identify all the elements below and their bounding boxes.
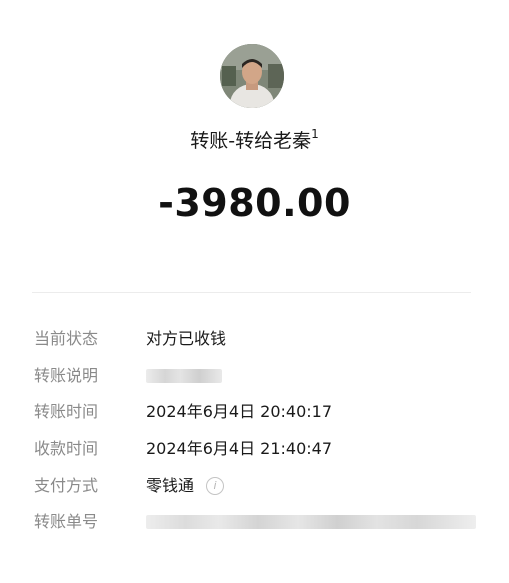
transfer-title-superscript: 1 (311, 126, 319, 141)
status-value: 对方已收钱 (146, 329, 227, 348)
receive-time-value: 2024年6月4日 21:40:47 (146, 439, 333, 458)
payment-method-label: 支付方式 (34, 476, 99, 495)
detail-row-transfer-number: 转账单号 (34, 510, 484, 534)
avatar[interactable] (220, 44, 284, 108)
status-label: 当前状态 (34, 329, 99, 348)
receive-time-label: 收款时间 (34, 439, 99, 458)
transfer-time-value: 2024年6月4日 20:40:17 (146, 402, 333, 421)
transfer-number-redacted[interactable] (146, 515, 476, 529)
detail-row-status: 当前状态 对方已收钱 (34, 327, 484, 351)
transfer-time-label: 转账时间 (34, 402, 99, 421)
detail-row-note: 转账说明 (34, 364, 484, 388)
note-value-redacted (146, 369, 222, 383)
transfer-number-label: 转账单号 (34, 512, 99, 531)
note-label: 转账说明 (34, 366, 99, 385)
payment-method-value: 零钱通 (146, 476, 195, 495)
divider (32, 292, 471, 293)
detail-row-payment-method: 支付方式 零钱通 i (34, 474, 484, 498)
info-icon[interactable]: i (206, 476, 225, 495)
avatar-photo (220, 44, 284, 108)
transfer-amount: -3980.00 (158, 181, 351, 225)
detail-row-receive-time: 收款时间 2024年6月4日 21:40:47 (34, 437, 484, 461)
transfer-title: 转账-转给老秦1 (0, 126, 509, 153)
payment-method-value-wrap: 零钱通 i (146, 474, 225, 498)
detail-row-transfer-time: 转账时间 2024年6月4日 20:40:17 (34, 400, 484, 424)
transfer-title-text: 转账-转给老秦 (190, 130, 312, 152)
